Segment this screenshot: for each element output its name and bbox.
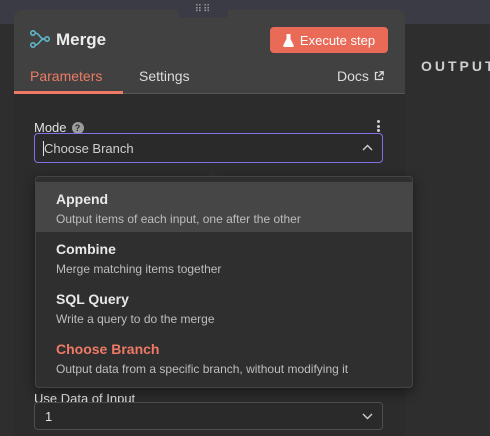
use-data-value: 1 — [45, 409, 53, 424]
docs-label: Docs — [337, 68, 369, 84]
chevron-up-icon — [362, 144, 373, 151]
output-panel — [405, 24, 490, 436]
mode-select-value: Choose Branch — [44, 141, 134, 156]
option-sql-query[interactable]: SQL Query Write a query to do the merge — [36, 282, 412, 332]
option-description: Merge matching items together — [56, 262, 222, 276]
use-data-select[interactable]: 1 — [34, 402, 383, 430]
drag-handle-icon[interactable]: ⠿⠿ — [178, 0, 228, 18]
tab-settings[interactable]: Settings — [139, 68, 190, 92]
kebab-menu-icon[interactable] — [373, 118, 383, 134]
option-title: Combine — [56, 241, 116, 257]
option-choose-branch[interactable]: Choose Branch Output data from a specifi… — [36, 332, 412, 382]
mode-select[interactable]: Choose Branch — [34, 133, 383, 163]
external-link-icon — [374, 71, 384, 81]
help-icon[interactable]: ? — [71, 121, 84, 134]
flask-icon — [283, 33, 294, 47]
docs-link[interactable]: Docs — [337, 68, 384, 84]
option-append[interactable]: Append Output items of each input, one a… — [36, 182, 412, 232]
chevron-down-icon — [362, 413, 373, 420]
tab-parameters[interactable]: Parameters — [30, 68, 102, 92]
option-combine[interactable]: Combine Merge matching items together — [36, 232, 412, 282]
option-description: Output data from a specific branch, with… — [56, 362, 349, 376]
output-panel-title: OUTPUT — [421, 58, 490, 74]
option-description: Write a query to do the merge — [56, 312, 215, 326]
execute-step-label: Execute step — [299, 32, 376, 48]
merge-node-icon — [30, 30, 50, 48]
option-title: Choose Branch — [56, 341, 160, 357]
node-title: Merge — [56, 30, 107, 49]
execute-step-button[interactable]: Execute step — [270, 27, 388, 53]
mode-options-dropdown: Append Output items of each input, one a… — [35, 176, 413, 388]
option-description: Output items of each input, one after th… — [56, 212, 301, 226]
panel-header: Merge Execute step — [14, 10, 405, 64]
option-title: Append — [56, 191, 109, 207]
option-title: SQL Query — [56, 291, 129, 307]
